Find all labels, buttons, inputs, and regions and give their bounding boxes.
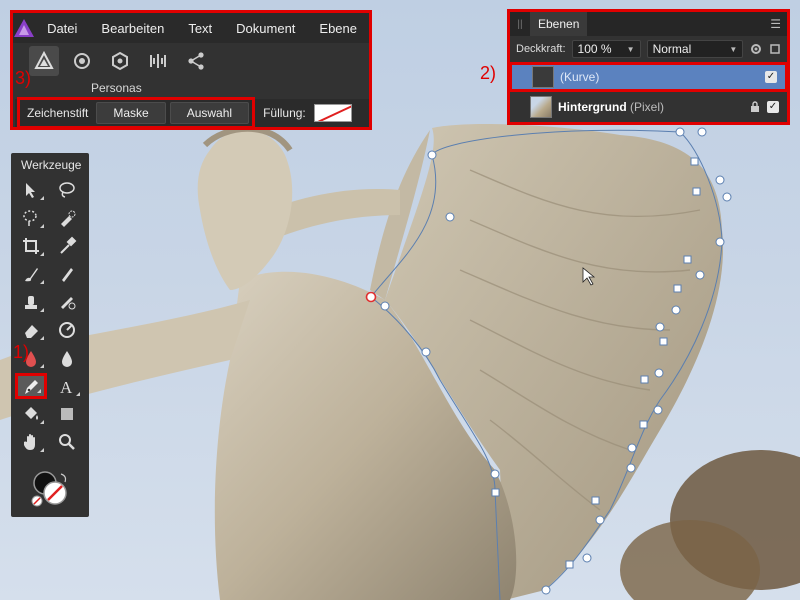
- tool-flyout-indicator: [76, 392, 80, 396]
- blend-mode-select[interactable]: Normal ▼: [646, 40, 744, 58]
- chevron-down-icon: ▼: [729, 44, 738, 54]
- pen-icon[interactable]: [15, 373, 47, 399]
- tone-mapping-persona-icon[interactable]: [143, 46, 173, 76]
- healing-brush-icon[interactable]: [51, 289, 83, 315]
- share-icon[interactable]: [181, 46, 211, 76]
- eraser-icon[interactable]: [15, 317, 47, 343]
- layer-thumbnail: [530, 96, 552, 118]
- pixel-brush-icon[interactable]: [51, 261, 83, 287]
- chevron-down-icon: ▼: [626, 44, 635, 54]
- layers-panel-header: || Ebenen ☰: [510, 12, 787, 36]
- start-node[interactable]: [365, 291, 377, 303]
- tools-panel-title: Werkzeuge: [21, 158, 82, 172]
- designer-persona-icon[interactable]: [29, 46, 59, 76]
- context-tool-group: Zeichenstift Maske Auswahl: [17, 97, 256, 129]
- tools-panel: Werkzeuge A: [11, 153, 89, 517]
- color-wells[interactable]: [31, 469, 77, 509]
- paint-brush-icon[interactable]: [15, 261, 47, 287]
- opacity-value: 100 %: [577, 42, 612, 56]
- svg-text:A: A: [60, 378, 73, 396]
- menu-ebene[interactable]: Ebene: [307, 21, 369, 36]
- blend-mode-value: Normal: [652, 42, 692, 56]
- panel-grip-icon[interactable]: ||: [510, 19, 530, 30]
- color-picker-icon[interactable]: [51, 233, 83, 259]
- layer-name-curve: (Kurve): [560, 70, 600, 84]
- blur-drop-icon[interactable]: [51, 345, 83, 371]
- tool-flyout-indicator: [40, 196, 44, 200]
- pixel-persona-icon[interactable]: [67, 46, 97, 76]
- layers-panel: || Ebenen ☰ Deckkraft: 100 % ▼ Normal ▼ …: [507, 9, 790, 125]
- layer-name-background: Hintergrund (Pixel): [558, 100, 665, 114]
- tool-flyout-indicator: [40, 280, 44, 284]
- layer-row-curve[interactable]: (Kurve) ✓: [509, 62, 788, 92]
- tool-flyout-indicator: [37, 389, 41, 393]
- menu-text[interactable]: Text: [176, 21, 224, 36]
- opacity-field[interactable]: 100 % ▼: [571, 40, 641, 58]
- rectangle-shape-icon[interactable]: [51, 401, 83, 427]
- hand-icon[interactable]: [15, 429, 47, 455]
- export-persona-icon[interactable]: [105, 46, 135, 76]
- move-icon[interactable]: [15, 177, 47, 203]
- tool-flyout-indicator: [40, 448, 44, 452]
- tool-flyout-indicator: [40, 364, 44, 368]
- gear-icon[interactable]: [749, 42, 762, 56]
- affinity-logo-icon[interactable]: [13, 13, 35, 43]
- tool-flyout-indicator: [40, 336, 44, 340]
- layer-visibility-checkbox[interactable]: ✓: [767, 101, 779, 113]
- lasso-select-icon[interactable]: [51, 177, 83, 203]
- crop-icon[interactable]: [15, 233, 47, 259]
- callout-two: 2): [480, 63, 497, 83]
- menu-datei[interactable]: Datei: [35, 21, 89, 36]
- tool-flyout-indicator: [40, 420, 44, 424]
- tool-flyout-indicator: [40, 252, 44, 256]
- context-tool-name: Zeichenstift: [27, 106, 89, 120]
- dodge-icon[interactable]: [51, 317, 83, 343]
- freehand-select-icon[interactable]: [15, 205, 47, 231]
- layer-settings-icon[interactable]: [768, 42, 781, 56]
- context-toolbar: Zeichenstift Maske Auswahl Füllung:: [15, 97, 369, 129]
- text-icon[interactable]: A: [51, 373, 83, 399]
- panel-menu-icon[interactable]: ☰: [770, 17, 781, 31]
- statue-head: [197, 129, 293, 290]
- fill-swatch[interactable]: [313, 104, 352, 122]
- persona-switcher: [13, 43, 369, 79]
- layer-visibility-checkbox[interactable]: ✓: [765, 71, 777, 83]
- clone-stamp-icon[interactable]: [15, 289, 47, 315]
- main-toolbar-panel: Datei Bearbeiten Text Dokument Ebene Per…: [10, 10, 372, 130]
- mask-button[interactable]: Maske: [96, 102, 166, 124]
- callout-one: 1): [13, 342, 30, 362]
- layer-thumbnail: [532, 66, 554, 88]
- lock-icon[interactable]: [749, 101, 761, 113]
- callout-three: 3): [15, 68, 32, 88]
- layers-options: Deckkraft: 100 % ▼ Normal ▼: [510, 36, 787, 62]
- selection-button[interactable]: Auswahl: [169, 102, 250, 124]
- fill-bucket-icon[interactable]: [15, 401, 47, 427]
- opacity-label: Deckkraft:: [516, 43, 566, 55]
- menu-dokument[interactable]: Dokument: [224, 21, 307, 36]
- selection-brush-icon[interactable]: [51, 205, 83, 231]
- layer-row-background[interactable]: Hintergrund (Pixel) ✓: [510, 92, 787, 122]
- tab-layers[interactable]: Ebenen: [530, 12, 588, 36]
- tree-foliage: [620, 450, 800, 600]
- tool-flyout-indicator: [40, 308, 44, 312]
- tool-flyout-indicator: [40, 224, 44, 228]
- personas-label: Personas: [91, 81, 142, 95]
- menu-bar: Datei Bearbeiten Text Dokument Ebene: [13, 13, 369, 43]
- menu-bearbeiten[interactable]: Bearbeiten: [89, 21, 176, 36]
- tool-grid: A: [11, 177, 89, 457]
- zoom-icon[interactable]: [51, 429, 83, 455]
- fill-label: Füllung:: [263, 106, 306, 120]
